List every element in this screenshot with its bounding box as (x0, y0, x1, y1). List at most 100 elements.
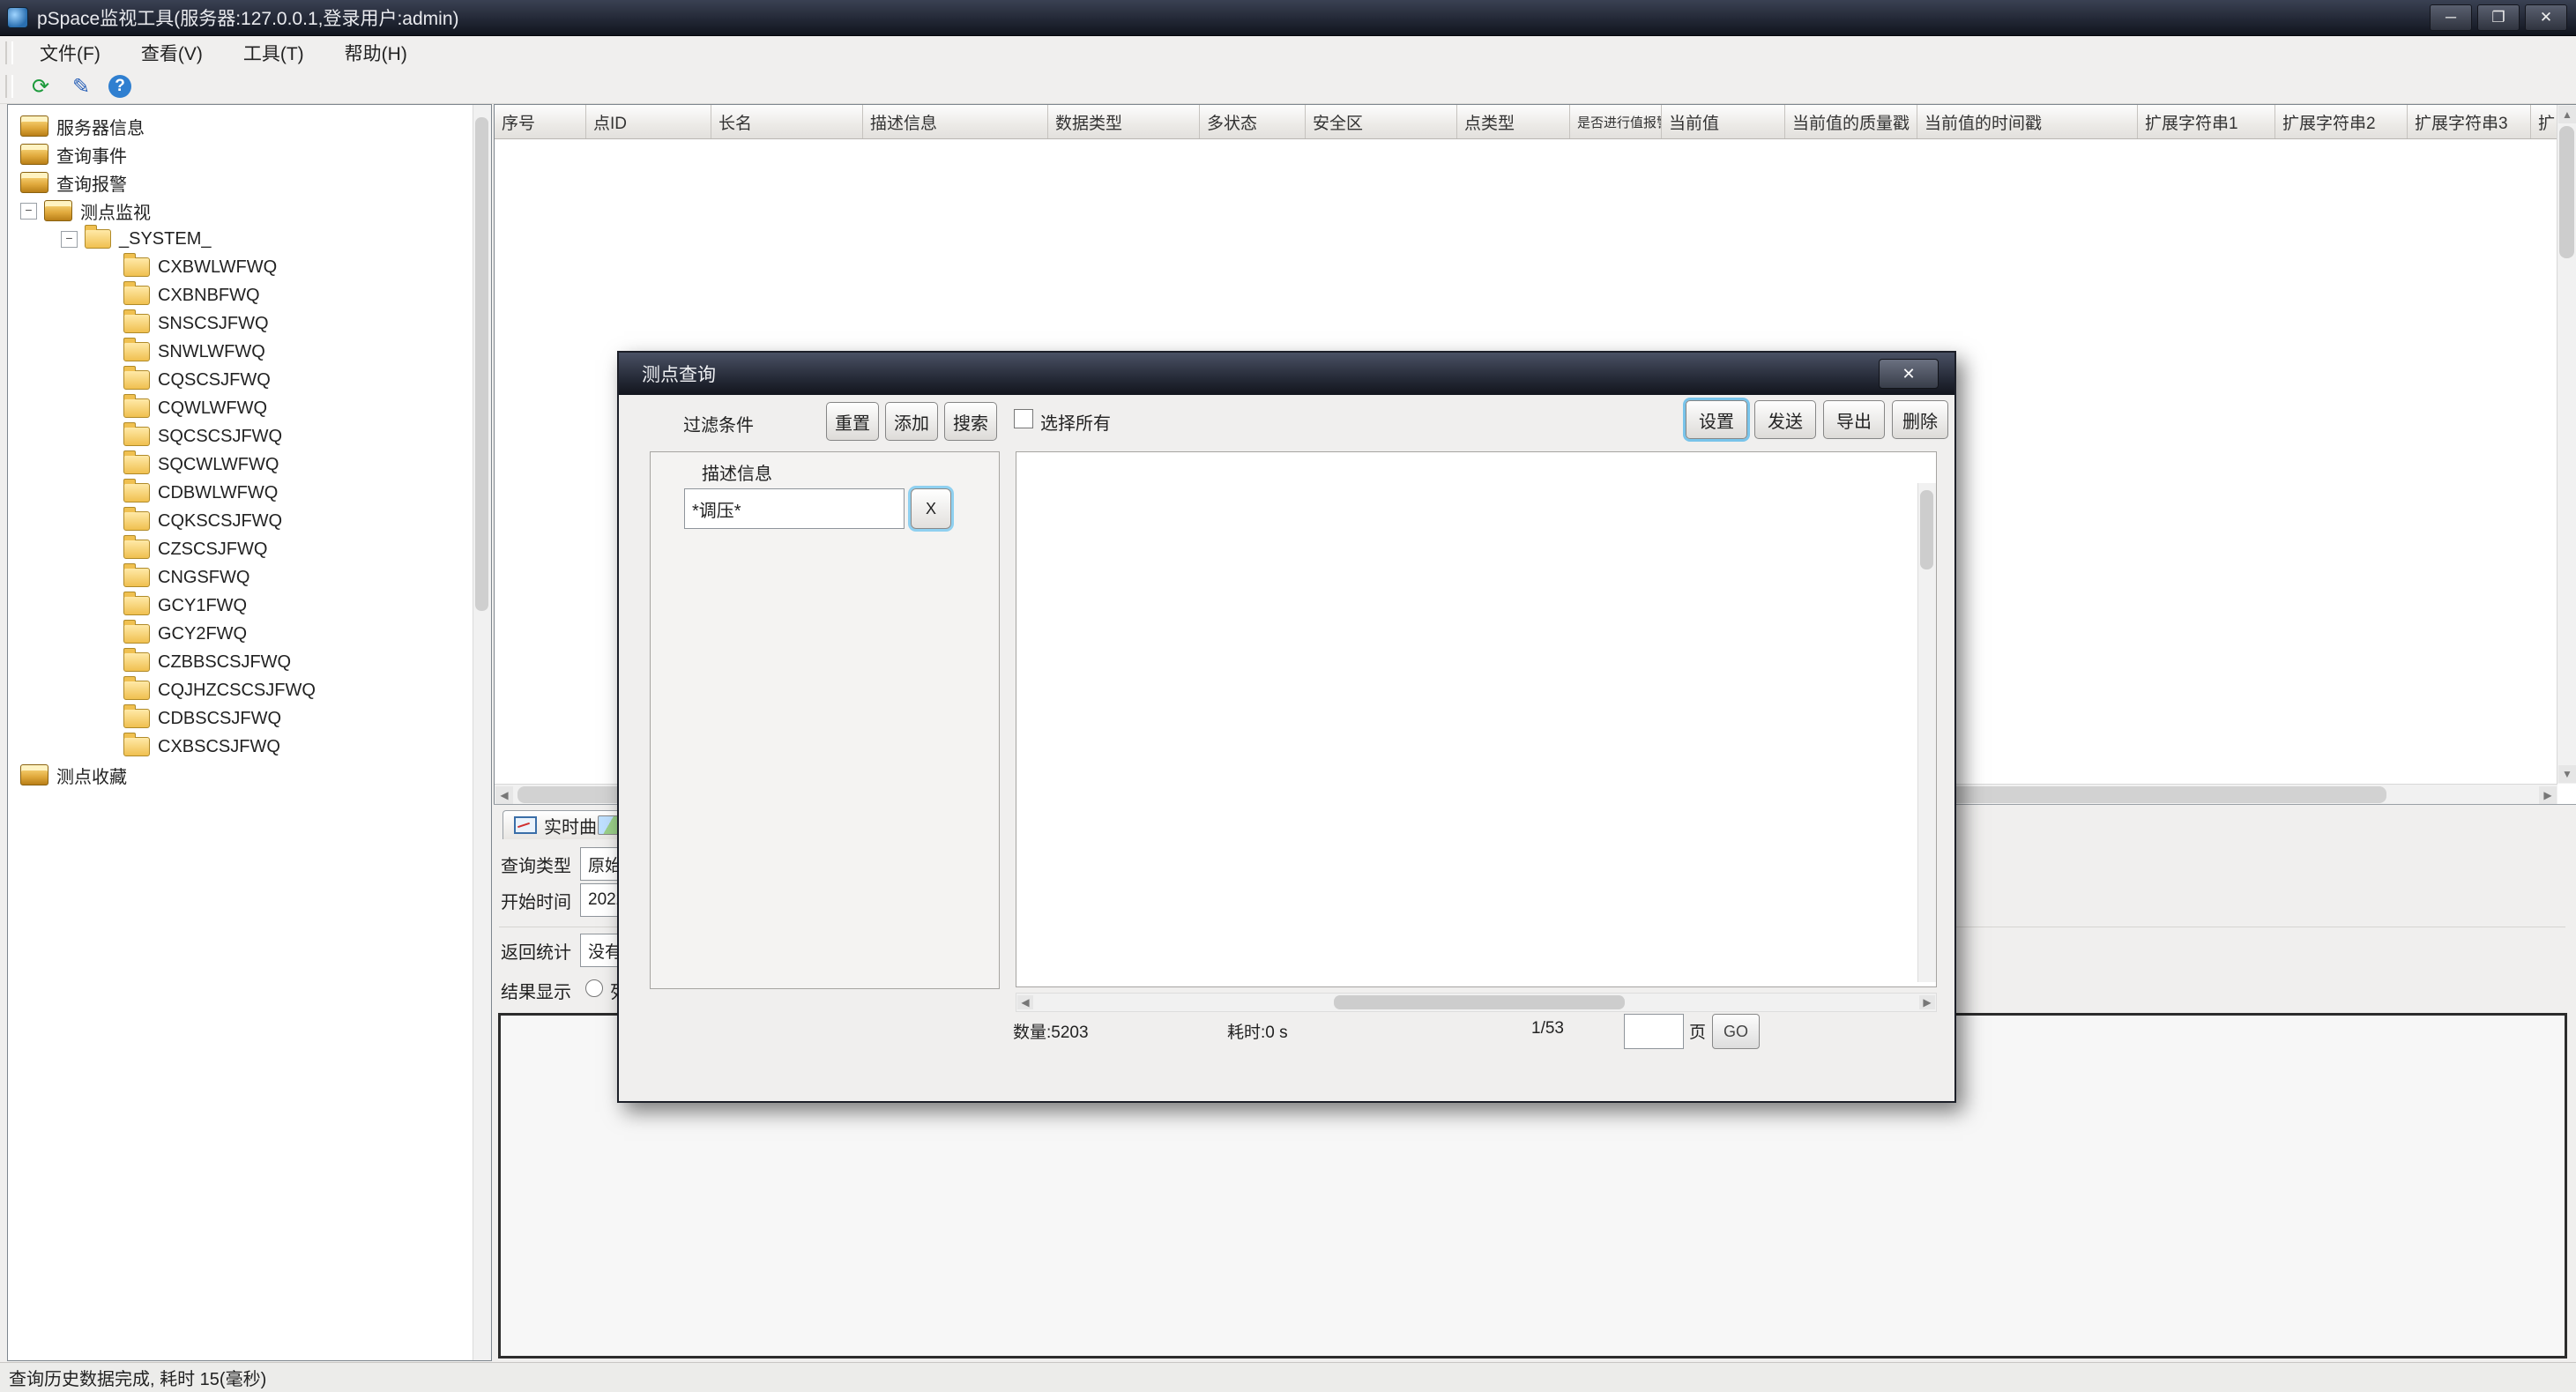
menu-item-查[interactable]: 查看(V) (127, 36, 217, 70)
column-header-当前值[interactable]: 当前值 (1662, 105, 1785, 138)
desc-filter-input[interactable]: *调压* (684, 488, 905, 529)
sidebar-scrollbar[interactable] (473, 105, 491, 1360)
result-list-radio[interactable] (585, 979, 603, 997)
tree-item-label: 测点监视 (80, 198, 151, 224)
result-table-hscrollbar[interactable]: ◀ ▶ (1016, 993, 1937, 1012)
column-header-长名[interactable]: 长名 (711, 105, 863, 138)
dialog-title-bar[interactable]: 测点查询 ✕ (619, 353, 1954, 395)
sidebar-item-CQWLWFWQ[interactable]: CQWLWFWQ (8, 394, 491, 422)
expander-minus-icon[interactable]: − (61, 231, 78, 248)
tree-item-label: GCY2FWQ (158, 624, 247, 644)
column-header-描述信息[interactable]: 描述信息 (863, 105, 1048, 138)
folder-icon (123, 737, 150, 756)
send-button[interactable]: 发送 (1754, 400, 1816, 439)
add-button[interactable]: 添加 (885, 402, 938, 441)
dialog-close-icon[interactable]: ✕ (1879, 359, 1939, 389)
query-type-label: 查询类型 (501, 852, 571, 877)
tree-item-label: CZBBSCSJFWQ (158, 652, 291, 673)
edit-icon[interactable]: ✎ (68, 73, 94, 100)
sidebar-scroll-thumb[interactable] (475, 117, 488, 611)
folder-icon (123, 427, 150, 446)
reset-button[interactable]: 重置 (826, 402, 879, 441)
server-icon (20, 764, 48, 785)
scroll-left-icon[interactable]: ◀ (1017, 995, 1033, 1009)
select-all-label: 选择所有 (1040, 409, 1111, 435)
sidebar-item-CZSCSJFWQ[interactable]: CZSCSJFWQ (8, 535, 491, 563)
column-header-序号[interactable]: 序号 (495, 105, 586, 138)
column-header-安全区[interactable]: 安全区 (1306, 105, 1457, 138)
window-title: pSpace监视工具(服务器:127.0.0.1,登录用户:admin) (37, 4, 459, 31)
sidebar-item-_SYSTEM_[interactable]: −_SYSTEM_ (8, 225, 491, 253)
sidebar-item-SQCSCSJFWQ[interactable]: SQCSCSJFWQ (8, 422, 491, 450)
sidebar-item-CZBBSCSJFWQ[interactable]: CZBBSCSJFWQ (8, 648, 491, 676)
scroll-right-icon[interactable]: ▶ (1919, 995, 1935, 1009)
clear-filter-button[interactable]: X (911, 488, 951, 529)
column-header-数据类型[interactable]: 数据类型 (1048, 105, 1200, 138)
menu-item-文[interactable]: 文件(F) (26, 36, 115, 70)
sidebar-item-CQJHZCSCSJFWQ[interactable]: CQJHZCSCSJFWQ (8, 676, 491, 704)
sidebar-item-CNGSFWQ[interactable]: CNGSFWQ (8, 563, 491, 592)
sidebar-item-查询事件[interactable]: 查询事件 (8, 140, 491, 168)
column-header-扩[interactable]: 扩 (2531, 105, 2557, 138)
sidebar-item-SNWLWFWQ[interactable]: SNWLWFWQ (8, 338, 491, 366)
tree-item-label: SNSCSJFWQ (158, 314, 269, 334)
sidebar-item-CXBSCSJFWQ[interactable]: CXBSCSJFWQ (8, 733, 491, 761)
table-vscroll-thumb[interactable] (2559, 126, 2574, 258)
folder-icon (123, 568, 150, 587)
folder-icon (123, 314, 150, 333)
sidebar-item-SNSCSJFWQ[interactable]: SNSCSJFWQ (8, 309, 491, 338)
close-icon[interactable]: ✕ (2525, 4, 2567, 31)
minimize-icon[interactable]: ─ (2430, 4, 2472, 31)
sidebar-item-GCY1FWQ[interactable]: GCY1FWQ (8, 592, 491, 620)
result-display-label: 结果显示 (501, 978, 571, 1003)
sidebar-item-CDBSCSJFWQ[interactable]: CDBSCSJFWQ (8, 704, 491, 733)
sidebar-item-服务器信息[interactable]: 服务器信息 (8, 112, 491, 140)
sidebar-item-CXBWLWFWQ[interactable]: CXBWLWFWQ (8, 253, 491, 281)
column-header-当前值的质量戳[interactable]: 当前值的质量戳 (1785, 105, 1917, 138)
table-vertical-scrollbar[interactable]: ▲ ▼ (2557, 105, 2576, 784)
result-vscroll-thumb[interactable] (1920, 490, 1933, 569)
column-header-当前值的时间戳[interactable]: 当前值的时间戳 (1917, 105, 2138, 138)
column-header-扩展字符串3[interactable]: 扩展字符串3 (2408, 105, 2531, 138)
tree-item-label: CDBSCSJFWQ (158, 709, 281, 729)
result-hscroll-thumb[interactable] (1334, 995, 1625, 1009)
column-header-点ID[interactable]: 点ID (586, 105, 711, 138)
column-header-多状态[interactable]: 多状态 (1200, 105, 1306, 138)
set-button[interactable]: 设置 (1686, 400, 1747, 439)
search-button[interactable]: 搜索 (944, 402, 997, 441)
sidebar-item-CXBNBFWQ[interactable]: CXBNBFWQ (8, 281, 491, 309)
scroll-down-icon[interactable]: ▼ (2558, 765, 2576, 783)
column-header-点类型[interactable]: 点类型 (1457, 105, 1570, 138)
select-all-checkbox[interactable] (1014, 409, 1033, 428)
column-header-扩展字符串1[interactable]: 扩展字符串1 (2138, 105, 2275, 138)
scroll-up-icon[interactable]: ▲ (2558, 106, 2576, 123)
go-button[interactable]: GO (1712, 1014, 1760, 1049)
expander-minus-icon[interactable]: − (20, 203, 37, 220)
sidebar-item-SQCWLWFWQ[interactable]: SQCWLWFWQ (8, 450, 491, 479)
maximize-icon[interactable]: ❐ (2477, 4, 2520, 31)
sidebar-item-测点监视[interactable]: − 测点监视 (8, 197, 491, 225)
sidebar-item-CQSCSJFWQ[interactable]: CQSCSJFWQ (8, 366, 491, 394)
sidebar-item-CDBWLWFWQ[interactable]: CDBWLWFWQ (8, 479, 491, 507)
delete-button[interactable]: 删除 (1892, 400, 1948, 439)
column-header-扩展字符串2[interactable]: 扩展字符串2 (2275, 105, 2408, 138)
scroll-left-icon[interactable]: ◀ (495, 786, 513, 804)
scroll-right-icon[interactable]: ▶ (2539, 786, 2557, 804)
help-icon[interactable]: ? (108, 75, 131, 98)
tree-item-label: CDBWLWFWQ (158, 483, 278, 503)
export-button[interactable]: 导出 (1823, 400, 1885, 439)
column-header-是否进行值报警[interactable]: 是否进行值报警 (1570, 105, 1662, 138)
title-bar[interactable]: pSpace监视工具(服务器:127.0.0.1,登录用户:admin) ─ ❐… (0, 0, 2576, 36)
refresh-icon[interactable]: ⟳ (27, 73, 54, 100)
menu-item-帮[interactable]: 帮助(H) (331, 36, 421, 70)
folder-icon (85, 229, 111, 249)
sidebar-item-测点收藏[interactable]: 测点收藏 (8, 761, 491, 789)
page-number-input[interactable] (1624, 1014, 1684, 1049)
toolbar-grip (5, 41, 13, 64)
sidebar-item-CQKSCSJFWQ[interactable]: CQKSCSJFWQ (8, 507, 491, 535)
result-table-vscrollbar[interactable] (1917, 483, 1936, 982)
sidebar-item-GCY2FWQ[interactable]: GCY2FWQ (8, 620, 491, 648)
menu-item-工[interactable]: 工具(T) (229, 36, 318, 70)
sidebar-item-查询报警[interactable]: 查询报警 (8, 168, 491, 197)
tree-item-label: CXBWLWFWQ (158, 257, 277, 278)
